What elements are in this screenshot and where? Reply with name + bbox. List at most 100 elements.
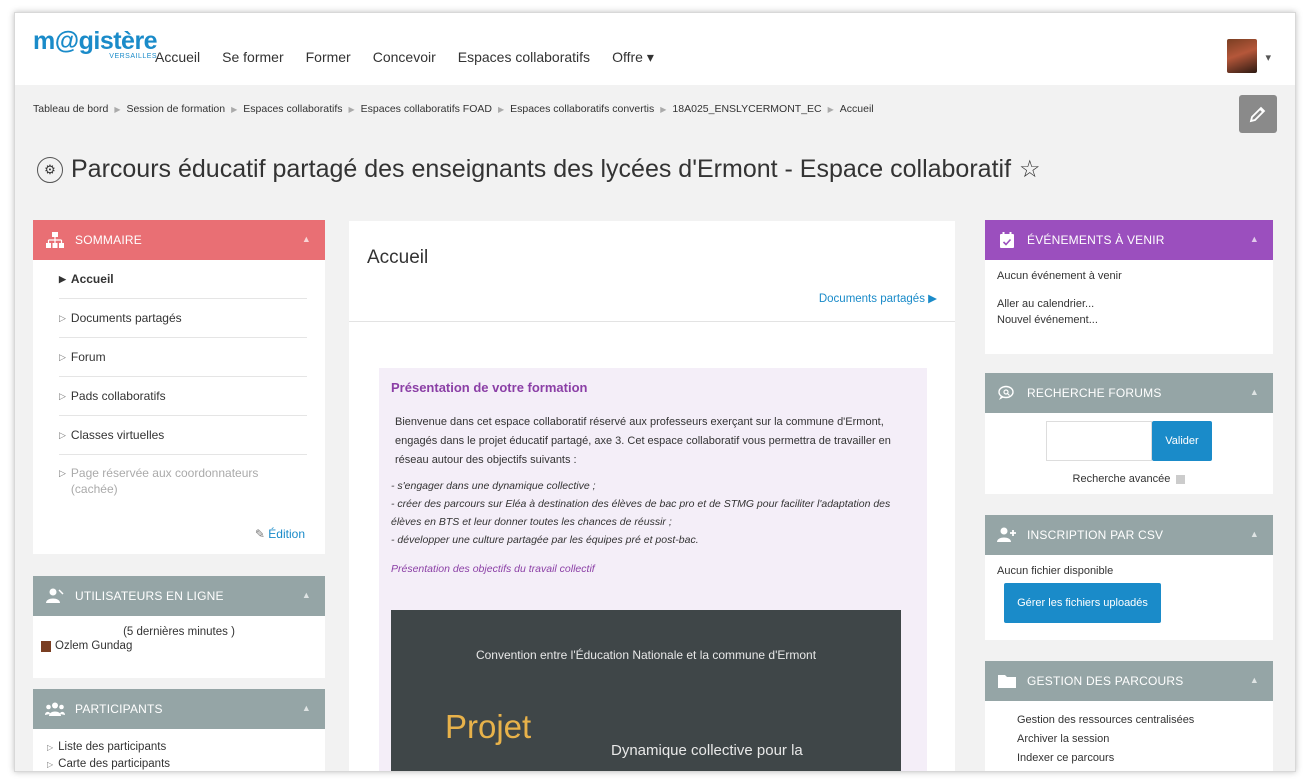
online-users-title: UTILISATEURS EN LIGNE (75, 589, 224, 603)
breadcrumb-item[interactable]: Tableau de bord (33, 103, 108, 115)
participants-item[interactable]: ▷ Carte des participants (47, 756, 325, 771)
triangle-right-icon: ▷ (59, 468, 66, 478)
breadcrumb-item[interactable]: Espaces collaboratifs FOAD (361, 103, 492, 115)
sommaire-item-accueil[interactable]: ▶ Accueil (59, 260, 307, 299)
gestion-header[interactable]: GESTION DES PARCOURS ▲ (985, 661, 1273, 701)
breadcrumb-item[interactable]: Accueil (840, 103, 874, 115)
breadcrumb-item[interactable]: Espaces collaboratifs (243, 103, 342, 115)
collapse-caret-icon[interactable]: ▲ (1250, 234, 1259, 244)
triangle-right-icon: ▷ (59, 351, 66, 362)
search-submit-button[interactable]: Valider (1152, 421, 1212, 461)
sommaire-item-pads[interactable]: ▷ Pads collaboratifs (59, 377, 307, 416)
nav-offre-dropdown[interactable]: Offre ▾ (612, 49, 654, 66)
collapse-caret-icon[interactable]: ▲ (1250, 675, 1259, 685)
collapse-caret-icon[interactable]: ▲ (1250, 529, 1259, 539)
objective-item: - développer une culture partagée par le… (391, 534, 699, 546)
participants-header[interactable]: PARTICIPANTS ▲ (33, 689, 325, 729)
documents-partages-link[interactable]: Documents partagés ▶ (819, 291, 937, 305)
help-icon[interactable] (1176, 474, 1186, 484)
new-event-link[interactable]: Nouvel événement... (997, 312, 1261, 328)
sommaire-item-label: Documents partagés (70, 311, 182, 325)
manage-files-button[interactable]: Gérer les fichiers uploadés (1004, 583, 1161, 623)
nav-accueil[interactable]: Accueil (155, 49, 200, 66)
gestion-item[interactable]: Indexer ce parcours (1017, 749, 1273, 768)
collapse-caret-icon[interactable]: ▲ (302, 234, 311, 244)
events-header[interactable]: ÉVÉNEMENTS À VENIR ▲ (985, 220, 1273, 260)
sommaire-list: ▶ Accueil ▷ Documents partagés ▷ Forum ▷ Pad… (33, 260, 325, 513)
user-avatar[interactable] (1227, 39, 1257, 73)
breadcrumb-separator-icon: ▶ (660, 104, 667, 114)
csv-title: INSCRIPTION PAR CSV (1027, 528, 1164, 542)
sommaire-item-label: Pads collaboratifs (70, 389, 166, 403)
nav-former[interactable]: Former (306, 49, 351, 66)
breadcrumb-item[interactable]: Espaces collaboratifs convertis (510, 103, 654, 115)
group-icon (45, 702, 65, 716)
online-user-name: Ozlem Gundag (55, 640, 133, 652)
calendar-check-icon (997, 232, 1017, 248)
sommaire-header[interactable]: SOMMAIRE ▲ (33, 220, 325, 260)
events-title: ÉVÉNEMENTS À VENIR (1027, 233, 1165, 247)
search-input[interactable] (1046, 421, 1152, 461)
edition-link[interactable]: ✎ Édition (33, 513, 325, 555)
edit-pencil-button[interactable] (1239, 95, 1277, 133)
gestion-item[interactable]: Archiver la session (1017, 730, 1273, 749)
advanced-search-link[interactable]: Recherche avancée (985, 473, 1273, 485)
collapse-caret-icon[interactable]: ▲ (302, 590, 311, 600)
sommaire-item-documents[interactable]: ▷ Documents partagés (59, 299, 307, 338)
sommaire-item-label: Accueil (70, 272, 114, 286)
participants-item-label: Liste des participants (58, 741, 167, 753)
nav-se-former[interactable]: Se former (222, 49, 283, 66)
edition-label: Édition (268, 527, 305, 541)
sommaire-item-forum[interactable]: ▷ Forum (59, 338, 307, 377)
pencil-icon (1249, 106, 1266, 123)
gestion-block: GESTION DES PARCOURS ▲ Gestion des resso… (985, 661, 1273, 771)
search-forums-header[interactable]: RECHERCHE FORUMS ▲ (985, 373, 1273, 413)
objective-item: - s'engager dans une dynamique collectiv… (391, 480, 596, 492)
favorite-star-icon[interactable]: ☆ (1019, 155, 1041, 184)
slide-subtitle: Dynamique collective pour la (611, 742, 803, 759)
breadcrumb-item[interactable]: 18A025_ENSLYCERMONT_EC (672, 103, 821, 115)
online-user-row[interactable]: Ozlem Gundag (33, 640, 325, 652)
page-title: ⚙ Parcours éducatif partagé des enseigna… (37, 155, 1041, 184)
gestion-item[interactable]: Gestion des ressources centralisées (1017, 711, 1273, 730)
main-content: Accueil Documents partagés ▶ Présentatio… (349, 221, 955, 771)
csv-header[interactable]: INSCRIPTION PAR CSV ▲ (985, 515, 1273, 555)
gestion-list: Gestion des ressources centralisées Arch… (985, 701, 1273, 768)
add-user-icon (997, 527, 1017, 543)
participants-item-label: Carte des participants (58, 758, 171, 770)
user-menu-caret-icon[interactable]: ▾ (1265, 51, 1271, 64)
participants-list: ▷ Liste des participants ▷ Carte des parti… (33, 729, 325, 771)
logo-text: m@gistère (33, 27, 158, 55)
breadcrumb-item[interactable]: Session de formation (126, 103, 225, 115)
sommaire-item-coordonnateurs[interactable]: ▷ Page réservée aux coordonnateurs (caché… (59, 455, 307, 513)
breadcrumb-separator-icon: ▶ (114, 104, 121, 114)
events-empty-text: Aucun événement à venir (997, 270, 1122, 282)
sommaire-item-label: Forum (70, 350, 106, 364)
magistere-logo[interactable]: m@gistère VERSAILLES (33, 27, 158, 60)
divider (349, 321, 955, 322)
sommaire-item-classes[interactable]: ▷ Classes virtuelles (59, 416, 307, 455)
collapse-caret-icon[interactable]: ▲ (302, 703, 311, 713)
nav-concevoir[interactable]: Concevoir (373, 49, 436, 66)
collapse-caret-icon[interactable]: ▲ (1250, 387, 1259, 397)
triangle-right-icon: ▶ (59, 273, 66, 284)
calendar-link[interactable]: Aller au calendrier... (997, 296, 1261, 312)
csv-block: INSCRIPTION PAR CSV ▲ Aucun fichier disp… (985, 515, 1273, 640)
online-users-header[interactable]: UTILISATEURS EN LIGNE ▲ (33, 576, 325, 616)
triangle-right-icon: ▷ (59, 390, 66, 401)
breadcrumb-separator-icon: ▶ (348, 104, 355, 114)
course-type-icon: ⚙ (37, 156, 63, 183)
triangle-right-icon: ▷ (59, 429, 66, 440)
csv-empty-text: Aucun fichier disponible (997, 565, 1114, 577)
participants-title: PARTICIPANTS (75, 702, 163, 716)
objectives-list: - s'engager dans une dynamique collectiv… (391, 477, 915, 549)
search-forums-block: RECHERCHE FORUMS ▲ Valider Recherche ava… (985, 373, 1273, 494)
online-period: (5 dernières minutes ) (123, 626, 235, 638)
participants-item[interactable]: ▷ Liste des participants (47, 739, 325, 756)
breadcrumb-separator-icon: ▶ (827, 104, 834, 114)
page-title-text: Parcours éducatif partagé des enseignant… (71, 155, 1012, 183)
nav-espaces-collaboratifs[interactable]: Espaces collaboratifs (458, 49, 590, 66)
pencil-icon: ✎ (254, 527, 265, 541)
events-block: ÉVÉNEMENTS À VENIR ▲ Aucun événement à v… (985, 220, 1273, 354)
embedded-slide[interactable]: Convention entre l'Éducation Nationale e… (391, 610, 901, 771)
